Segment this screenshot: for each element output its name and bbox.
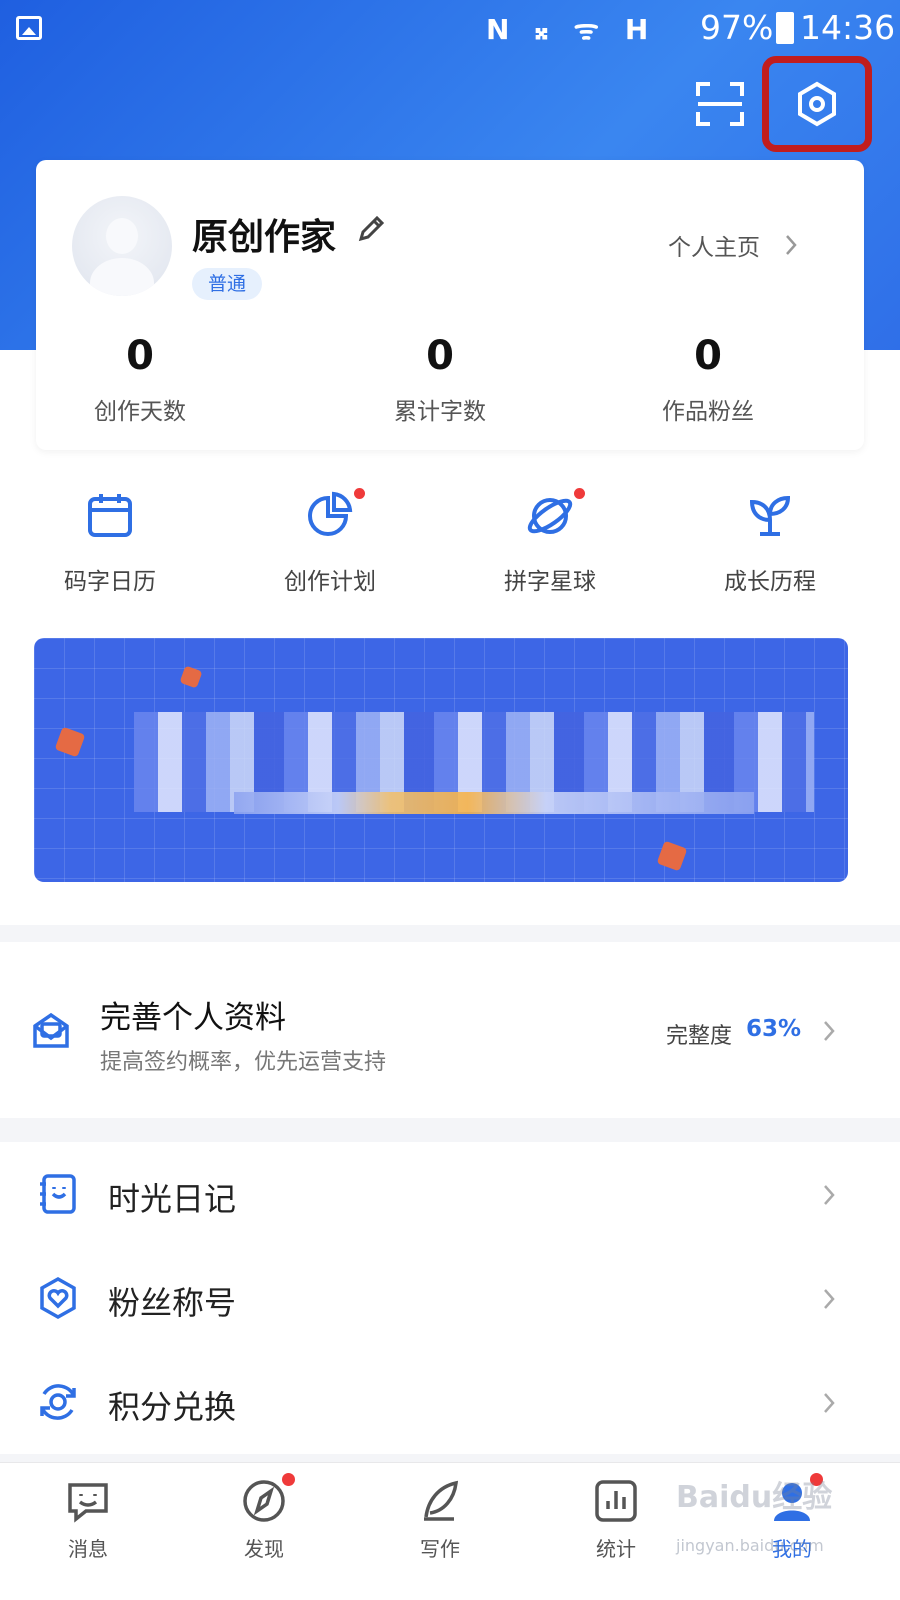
menu-item-label: 积分兑换 [108,1388,237,1426]
stat-total-words[interactable]: 0 累计字数 [340,332,540,426]
chevron-right-icon [824,1021,835,1041]
stat-value: 0 [694,333,722,379]
banner-decoration [656,840,688,872]
sprout-icon [744,490,796,542]
chevron-right-icon [824,1289,835,1309]
stat-creation-days[interactable]: 0 创作天数 [40,332,240,426]
profile-completion-row[interactable]: 完善个人资料 提高签约概率，优先运营支持 完整度 63% [0,942,900,1118]
watermark-subtext: jingyan.baidu.com [676,1536,824,1555]
notification-dot [354,488,365,499]
settings-icon [798,81,836,127]
banner-pixelated-subtext [234,792,754,814]
points-exchange-icon [40,1384,76,1420]
nav-tab-write[interactable]: 写作 [352,1477,528,1562]
notification-dot [282,1473,295,1486]
completion-percent: 63% [746,1016,802,1042]
menu-item-points-exchange[interactable]: 积分兑换 [0,1350,900,1454]
planet-icon [524,488,585,542]
menu-item-label: 粉丝称号 [108,1284,237,1322]
menu-item-diary[interactable]: 时光日记 [0,1142,900,1246]
status-bar: N 𝄪 ᯤ H 97% 14:36 [0,0,900,56]
profile-completion-title: 完善个人资料 [100,1000,286,1036]
quick-entry-label: 码字日历 [64,569,156,595]
stat-fans[interactable]: 0 作品粉丝 [608,332,808,426]
stat-label: 作品粉丝 [662,399,754,425]
banner-decoration [54,726,86,758]
battery-icon [776,12,794,44]
gallery-notification-icon [16,16,42,40]
chevron-right-icon [824,1393,835,1413]
watermark-text: Baidu经验 [676,1480,833,1515]
compass-icon [240,1473,295,1525]
notification-dot [574,488,585,499]
edit-pencil-icon[interactable] [356,214,386,244]
menu-item-fan-title[interactable]: 粉丝称号 [0,1246,900,1350]
completion-label: 完整度 [666,1024,733,1049]
pie-chart-icon [304,488,365,542]
scan-icon [696,82,744,126]
chevron-right-icon [786,235,797,255]
banner-decoration [179,665,203,689]
chevron-right-icon [824,1185,835,1205]
profile-completion-subtitle: 提高签约概率，优先运营支持 [100,1050,387,1075]
user-name: 原创作家 [192,217,337,258]
message-icon [64,1477,112,1525]
stat-label: 累计字数 [394,399,486,425]
nav-label: 写作 [420,1537,460,1561]
status-icons: N 𝄪 ᯤ H [486,13,657,46]
nav-tab-discover[interactable]: 发现 [176,1473,352,1562]
nav-label: 发现 [244,1537,284,1561]
stat-value: 0 [126,333,154,379]
settings-button[interactable] [762,56,872,152]
profile-card: 原创作家 普通 个人主页 0 创作天数 0 累计字数 0 作品粉丝 [36,160,864,450]
feather-pen-icon [416,1477,464,1525]
quick-entry-label: 拼字星球 [504,569,596,595]
calendar-icon [84,490,136,542]
diary-icon [40,1174,76,1214]
quick-entry-label: 创作计划 [284,569,376,595]
level-badge: 普通 [192,268,263,300]
nav-tab-messages[interactable]: 消息 [0,1477,176,1562]
quick-entry-growth[interactable]: 成长历程 [670,490,870,596]
quick-entry-planet[interactable]: 拼字星球 [450,488,650,596]
fan-badge-icon [40,1276,76,1320]
promo-banner[interactable] [34,638,848,882]
status-time: 14:36 [800,8,896,47]
quick-entry-plan[interactable]: 创作计划 [230,488,430,596]
menu-item-label: 时光日记 [108,1180,237,1218]
stat-value: 0 [426,333,454,379]
battery-percent: 97% [700,8,774,47]
watermark: Baidu经验 jingyan.baidu.com [676,1476,896,1586]
quick-entry-label: 成长历程 [724,569,816,595]
menu-list: 时光日记 粉丝称号 积分兑换 [0,1142,900,1454]
nav-label: 消息 [68,1537,108,1561]
quick-entry-calendar[interactable]: 码字日历 [10,490,210,596]
stat-label: 创作天数 [94,399,186,425]
scan-button[interactable] [696,82,744,126]
homepage-link[interactable]: 个人主页 [668,228,760,262]
avatar[interactable] [72,196,172,296]
bar-chart-icon [592,1477,640,1525]
profile-card-icon [33,1012,69,1048]
